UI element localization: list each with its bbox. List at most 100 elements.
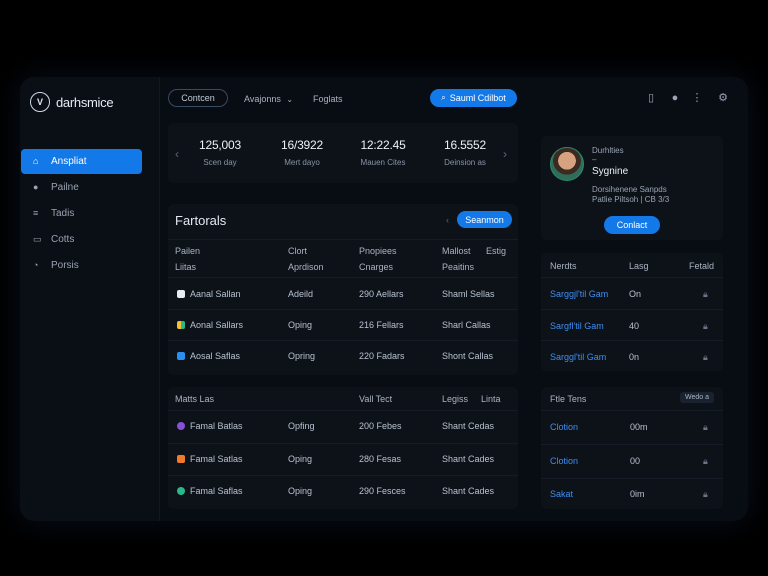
stat-label: Scen day xyxy=(203,158,237,167)
tablet-icon[interactable]: ▯ xyxy=(645,92,657,104)
table-row[interactable]: Famal Batlas Opfing 200 Febes Shant Ceda… xyxy=(168,411,518,442)
row-cell: Shant Cades xyxy=(442,454,495,464)
sidebar-item-porsis[interactable]: ◔ Porsis xyxy=(21,253,142,278)
row-cell: Opring xyxy=(288,351,316,361)
divider xyxy=(168,239,518,240)
file-icon xyxy=(177,422,185,430)
row-cell: Shant Cades xyxy=(442,486,495,496)
row-name: Aosal Saflas xyxy=(190,351,241,361)
lock-icon: 🔒︎ xyxy=(703,489,708,499)
sidebar-item-cotts[interactable]: ▭ Cotts xyxy=(21,227,142,252)
dropdown-menu[interactable]: Avajonns ⌄ xyxy=(244,94,293,104)
list-item[interactable]: Sarggl'til Gam 0n 🔒︎ xyxy=(541,341,723,371)
cta-label: Sauml Cdilbot xyxy=(449,93,506,103)
row-cell: 290 Fesces xyxy=(359,486,406,496)
row-cell: Shaml Sellas xyxy=(442,289,495,299)
stat-1: 125,003 Scen day xyxy=(198,138,242,167)
item-link: Sarggl'til Gam xyxy=(550,352,607,362)
settings-icon[interactable]: ⚙ xyxy=(717,92,729,104)
cta-button[interactable]: ⌕ Sauml Cdilbot xyxy=(430,89,517,107)
profile-line2: – xyxy=(592,155,597,164)
dropdown-label: Avajonns xyxy=(244,94,281,104)
row-name: Famal Satlas xyxy=(190,454,243,464)
lock-icon: 🔒︎ xyxy=(703,289,708,299)
file-icon xyxy=(177,455,185,463)
table-title: Fartorals xyxy=(175,213,227,228)
stat-value: 125,003 xyxy=(199,138,241,152)
list-item[interactable]: Sarggjl'til Gam On 🔒︎ xyxy=(541,278,723,308)
table-row[interactable]: Aonal Sallars Oping 216 Fellars Sharl Ca… xyxy=(168,310,518,340)
column-header: Vall Tect xyxy=(359,394,393,404)
column-header: Pnopiees Cnarges xyxy=(359,246,397,272)
item-value: 00m xyxy=(630,422,648,432)
content-button[interactable]: Contcen xyxy=(168,89,228,107)
more-icon[interactable]: ⋮ xyxy=(691,92,703,104)
stat-label: Deinsion as xyxy=(444,158,486,167)
table-card-1: Fartorals ‹ Seanmon Pailen Liitas Clort Ap… xyxy=(168,204,518,375)
chevron-left-icon[interactable]: ‹ xyxy=(175,147,179,161)
stat-label: Mauen Cites xyxy=(360,158,406,167)
table-row[interactable]: Aosal Saflas Opring 220 Fadars Shont Cal… xyxy=(168,341,518,371)
lock-icon: 🔒︎ xyxy=(703,352,708,362)
avatar[interactable] xyxy=(550,147,584,181)
stat-2: 16/3922 Mert dayo xyxy=(280,138,324,167)
logo[interactable]: V darhsmice xyxy=(30,92,114,112)
profile-line1: Durhlties xyxy=(592,146,624,155)
stat-4: 16.5552 Deinsion as xyxy=(440,138,490,167)
panel-badge[interactable]: Wedo a xyxy=(680,392,714,403)
table-row[interactable]: Famal Satlas Oping 280 Fesas Shant Cades xyxy=(168,444,518,475)
lock-icon: 🔒︎ xyxy=(703,321,708,331)
item-link: Sarggjl'til Gam xyxy=(550,289,609,299)
help-icon[interactable]: ● xyxy=(669,92,681,104)
row-cell: 290 Aellars xyxy=(359,289,404,299)
chevron-right-icon[interactable]: › xyxy=(503,147,507,161)
list-item[interactable]: Sargfl'til Gam 40 🔒︎ xyxy=(541,310,723,340)
row-cell: 280 Fesas xyxy=(359,454,402,464)
sidebar-item-label: Porsis xyxy=(51,260,79,271)
sidebar-item-label: Cotts xyxy=(51,234,75,245)
row-cell: Adeild xyxy=(288,289,314,299)
profile-name: Sygnine xyxy=(592,166,629,177)
contact-button[interactable]: Conlact xyxy=(604,216,660,234)
list-item[interactable]: Sakat 0im 🔒︎ xyxy=(541,479,723,509)
row-cell: Shont Callas xyxy=(442,351,494,361)
row-cell: Shant Cedas xyxy=(442,421,495,431)
column-header: Linta xyxy=(481,394,501,404)
row-cell: Sharl Callas xyxy=(442,320,491,330)
row-name: Aonal Sallars xyxy=(190,320,244,330)
file-icon xyxy=(177,290,185,298)
file-icon xyxy=(177,487,185,495)
search-icon: ⌕ xyxy=(441,93,446,102)
table-row[interactable]: Famal Saflas Oping 290 Fesces Shant Cade… xyxy=(168,476,518,507)
profile-detail1: Dorsihenene Sanpds xyxy=(592,185,667,194)
stat-value: 16/3922 xyxy=(281,138,323,152)
list-item[interactable]: Clotion 00m 🔒︎ xyxy=(541,411,723,444)
row-name: Aanal Sallan xyxy=(190,289,241,299)
sidebar: V darhsmice ⌂ Anspliat ● Pailne ≡ Tadis … xyxy=(20,77,160,521)
chevron-left-icon[interactable]: ‹ xyxy=(446,215,449,225)
row-cell: Opfing xyxy=(288,421,315,431)
column-header: Matts Las xyxy=(175,394,215,404)
sidebar-item-anspliat[interactable]: ⌂ Anspliat xyxy=(21,149,142,174)
profile-card: Durhlties – Sygnine Dorsihenene Sanpds P… xyxy=(541,136,723,240)
column-header: Mallost Peaitins xyxy=(442,246,475,272)
file-icon xyxy=(177,321,185,329)
item-value: 00 xyxy=(630,456,641,466)
list-item[interactable]: Clotion 00 🔒︎ xyxy=(541,445,723,478)
card-icon: ▭ xyxy=(33,234,42,244)
row-cell: Oping xyxy=(288,320,313,330)
column-header: Pailen Liitas xyxy=(175,246,201,272)
item-value: 0n xyxy=(629,352,640,362)
stat-label: Mert dayo xyxy=(284,158,320,167)
sidebar-item-label: Anspliat xyxy=(51,156,87,167)
sidebar-item-tadis[interactable]: ≡ Tadis xyxy=(21,201,142,226)
list-icon: ≡ xyxy=(33,208,39,218)
top-link[interactable]: Foglats xyxy=(313,94,343,104)
stat-value: 12:22.45 xyxy=(360,138,406,152)
table-row[interactable]: Aanal Sallan Adeild 290 Aellars Shaml Se… xyxy=(168,278,518,309)
row-name: Famal Batlas xyxy=(190,421,243,431)
row-cell: 216 Fellars xyxy=(359,320,404,330)
row-name: Famal Saflas xyxy=(190,486,243,496)
table-action-button[interactable]: Seanmon xyxy=(457,211,512,228)
sidebar-item-pailne[interactable]: ● Pailne xyxy=(21,175,142,200)
